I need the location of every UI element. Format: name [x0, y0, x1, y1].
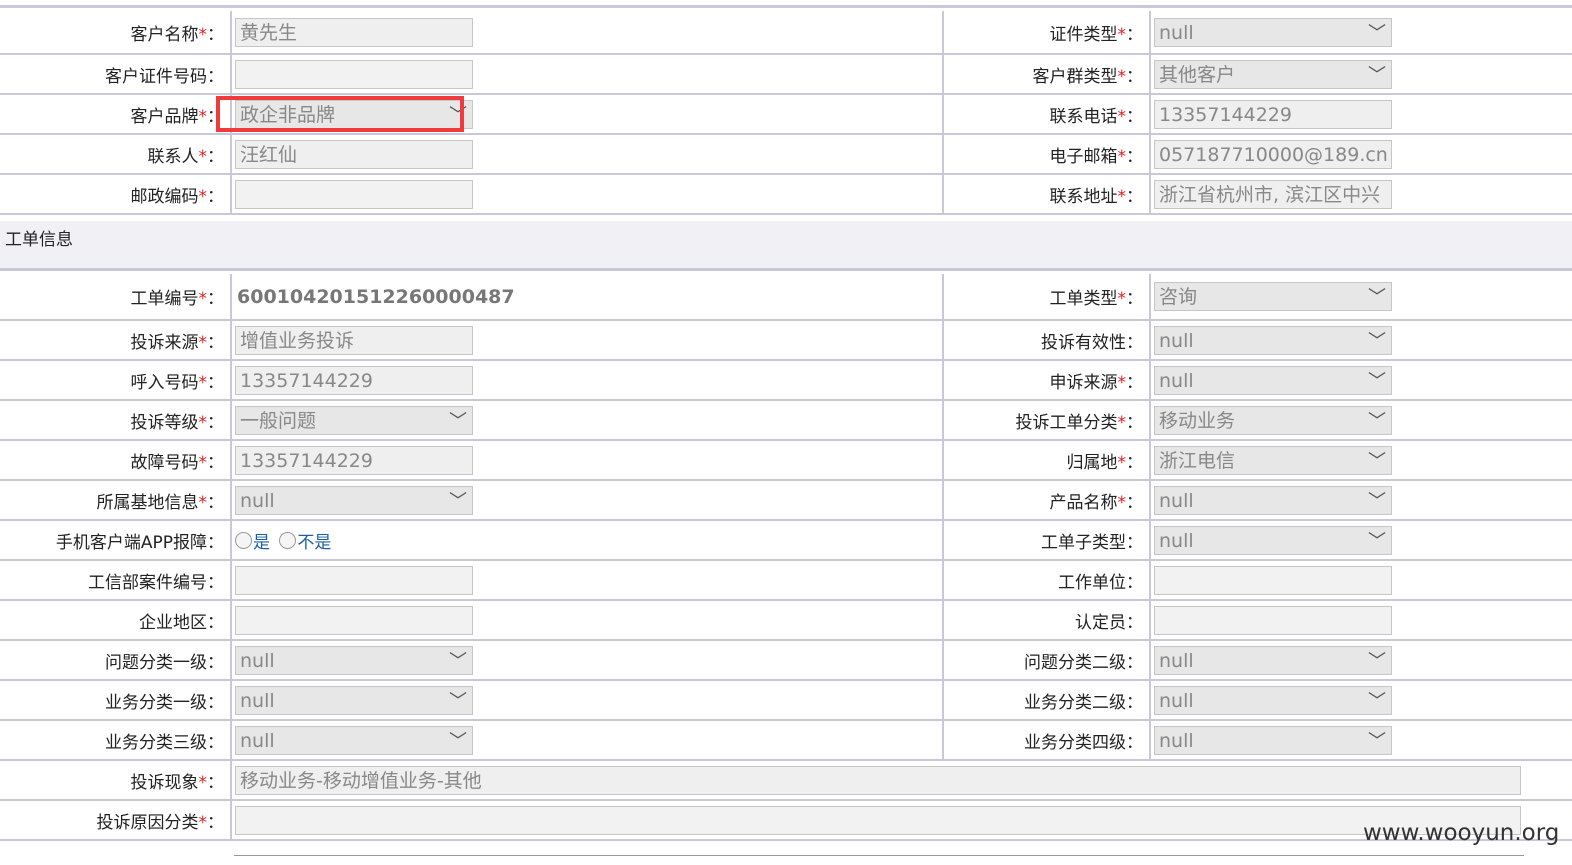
id-type-select[interactable]: null ﹀	[1154, 17, 1392, 47]
email-field[interactable]: 057187710000@189.cn	[1154, 139, 1392, 169]
app-no-radio[interactable]	[279, 531, 297, 549]
app-yes-label[interactable]: 是	[253, 533, 270, 553]
ticket-type-select[interactable]: 咨询 ﹀	[1154, 282, 1392, 311]
chevron-down-icon: ﹀	[1368, 22, 1386, 44]
group-type-label: 客户群类型*：	[942, 54, 1150, 95]
complaint-level-label: 投诉等级*：	[0, 400, 231, 441]
base-info-select[interactable]: null ﹀	[235, 485, 473, 515]
reason-class-field[interactable]	[235, 805, 1521, 835]
appeal-source-select[interactable]: null ﹀	[1154, 365, 1392, 395]
product-name-select[interactable]: null ﹀	[1154, 485, 1392, 515]
issue-class1-label: 问题分类一级：	[0, 640, 231, 681]
miit-case-label: 工信部案件编号：	[0, 560, 231, 601]
base-info-label: 所属基地信息*：	[0, 480, 231, 521]
chevron-down-icon: ﹀	[1368, 690, 1386, 712]
chevron-down-icon: ﹀	[449, 650, 467, 672]
biz-class4-select[interactable]: null ﹀	[1154, 725, 1392, 755]
chevron-down-icon: ﹀	[1368, 410, 1386, 432]
biz-class4-label: 业务分类四级：	[942, 720, 1150, 761]
phenomenon-field[interactable]: 移动业务-移动增值业务-其他	[235, 765, 1521, 795]
ticket-subtype-select[interactable]: null ﹀	[1154, 525, 1392, 555]
ticket-category-select[interactable]: 移动业务 ﹀	[1154, 405, 1392, 435]
watermark: www.wooyun.org	[1363, 820, 1560, 846]
ticket-subtype-label: 工单子类型：	[942, 520, 1150, 561]
biz-class3-label: 业务分类三级：	[0, 720, 231, 761]
biz-class2-label: 业务分类二级：	[942, 680, 1150, 721]
validity-label: 投诉有效性：	[942, 320, 1150, 361]
enterprise-region-label: 企业地区：	[0, 600, 231, 641]
top-border	[0, 0, 1572, 8]
issue-class2-select[interactable]: null ﹀	[1154, 645, 1392, 675]
chevron-down-icon: ﹀	[1368, 650, 1386, 672]
reason-class-label: 投诉原因分类*：	[0, 800, 231, 841]
id-type-label: 证件类型*：	[942, 11, 1150, 55]
contact-field[interactable]: 汪红仙	[235, 139, 473, 169]
chevron-down-icon: ﹀	[1368, 330, 1386, 352]
assessor-label: 认定员：	[942, 600, 1150, 641]
complaint-source-label: 投诉来源*：	[0, 320, 231, 361]
ticket-number-label: 工单编号*：	[0, 274, 231, 321]
region-select[interactable]: 浙江电信 ﹀	[1154, 445, 1392, 475]
chevron-down-icon: ﹀	[1368, 530, 1386, 552]
biz-class2-select[interactable]: null ﹀	[1154, 685, 1392, 715]
id-number-label: 客户证件号码：	[0, 54, 231, 95]
postcode-field[interactable]	[235, 179, 473, 209]
product-name-label: 产品名称*：	[942, 480, 1150, 521]
biz-class3-select[interactable]: null ﹀	[235, 725, 473, 755]
email-label: 电子邮箱*：	[942, 134, 1150, 175]
region-label: 归属地*：	[942, 440, 1150, 481]
chevron-down-icon: ﹀	[449, 690, 467, 712]
chevron-down-icon: ﹀	[1368, 287, 1386, 308]
appeal-source-label: 申诉来源*：	[942, 360, 1150, 401]
miit-case-field[interactable]	[235, 565, 473, 595]
app-no-label[interactable]: 不是	[297, 533, 331, 553]
enterprise-region-field[interactable]	[235, 605, 473, 635]
brand-label: 客户品牌*：	[0, 94, 231, 135]
assessor-field[interactable]	[1154, 605, 1392, 635]
description-textarea[interactable]	[234, 855, 1524, 865]
app-yes-radio[interactable]	[235, 531, 252, 549]
work-unit-label: 工作单位：	[942, 560, 1150, 601]
issue-class2-label: 问题分类二级：	[942, 640, 1150, 681]
fault-number-field[interactable]: 13357144229	[235, 445, 473, 475]
caller-number-field[interactable]: 13357144229	[235, 365, 473, 395]
complaint-source-field[interactable]: 增值业务投诉	[235, 325, 473, 355]
biz-class1-label: 业务分类一级：	[0, 680, 231, 721]
chevron-down-icon: ﹀	[1368, 730, 1386, 752]
highlight-box	[216, 96, 464, 132]
biz-class1-select[interactable]: null ﹀	[235, 685, 473, 715]
chevron-down-icon: ﹀	[449, 490, 467, 512]
validity-select[interactable]: null ﹀	[1154, 325, 1392, 355]
issue-class1-select[interactable]: null ﹀	[235, 645, 473, 675]
address-label: 联系地址*：	[942, 174, 1150, 215]
complaint-level-select[interactable]: 一般问题 ﹀	[235, 405, 473, 435]
customer-name-field[interactable]: 黄先生	[235, 17, 473, 47]
chevron-down-icon: ﹀	[1368, 370, 1386, 392]
chevron-down-icon: ﹀	[1368, 490, 1386, 512]
caller-number-label: 呼入号码*：	[0, 360, 231, 401]
ticket-category-label: 投诉工单分类*：	[942, 400, 1150, 441]
group-type-select[interactable]: 其他客户 ﹀	[1154, 59, 1392, 89]
ticket-number-value: 600104201512260000487	[237, 285, 515, 308]
ticket-info-table: 工单编号*： 600104201512260000487 工单类型*： 咨询 ﹀ …	[0, 274, 1572, 841]
chevron-down-icon: ﹀	[449, 410, 467, 432]
fault-number-label: 故障号码*：	[0, 440, 231, 481]
postcode-label: 邮政编码*：	[0, 174, 231, 215]
ticket-type-label: 工单类型*：	[942, 274, 1150, 321]
phone-field[interactable]: 13357144229	[1154, 99, 1392, 129]
section-header: 工单信息	[0, 221, 1572, 271]
phone-label: 联系电话*：	[942, 94, 1150, 135]
app-fault-label: 手机客户端APP报障：	[0, 520, 231, 561]
id-number-field[interactable]	[235, 59, 473, 89]
phenomenon-label: 投诉现象*：	[0, 760, 231, 801]
customer-name-label: 客户名称*：	[0, 11, 231, 55]
chevron-down-icon: ﹀	[449, 730, 467, 752]
work-unit-field[interactable]	[1154, 565, 1392, 595]
address-field[interactable]: 浙江省杭州市, 滨江区中兴	[1154, 179, 1392, 209]
chevron-down-icon: ﹀	[1368, 64, 1386, 86]
contact-label: 联系人*：	[0, 134, 231, 175]
chevron-down-icon: ﹀	[1368, 450, 1386, 472]
section-title: 工单信息	[5, 230, 73, 250]
